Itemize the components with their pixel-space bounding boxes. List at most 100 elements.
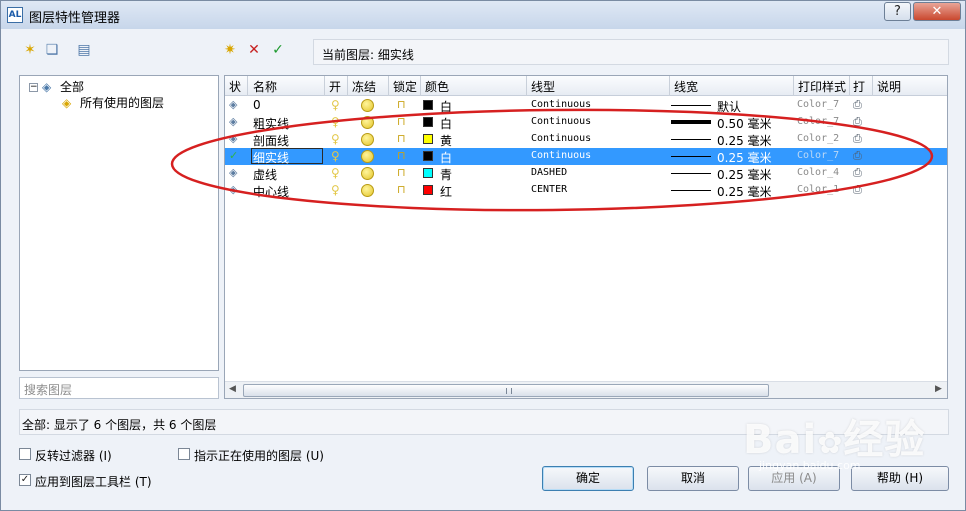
- lineweight[interactable]: 0.25 毫米: [717, 183, 772, 200]
- on-off-bulb-icon[interactable]: ♀: [331, 115, 340, 129]
- color-swatch[interactable]: [423, 100, 433, 110]
- plot-style[interactable]: Color_7: [797, 150, 839, 161]
- linetype[interactable]: Continuous: [531, 99, 591, 110]
- ok-button[interactable]: 确定: [542, 466, 634, 491]
- layer-status-icon[interactable]: ◈: [229, 115, 245, 128]
- lineweight[interactable]: 0.50 毫米: [717, 115, 772, 132]
- printer-icon[interactable]: ⎙: [853, 166, 862, 180]
- layer-name[interactable]: 虚线: [253, 166, 277, 183]
- freeze-sun-icon[interactable]: [361, 167, 374, 180]
- horizontal-scrollbar[interactable]: ◀ ▶: [225, 381, 947, 398]
- layer-status-icon[interactable]: ◈: [229, 166, 245, 179]
- table-row[interactable]: ◈ 虚线 ♀ ⊓ 青 DASHED 0.25 毫米 Color_4 ⎙: [225, 165, 947, 182]
- new-group-filter-icon[interactable]: ❏: [43, 41, 61, 59]
- layer-name[interactable]: 剖面线: [253, 132, 289, 149]
- plot-style[interactable]: Color_7: [797, 99, 839, 110]
- color-name[interactable]: 白: [440, 98, 452, 115]
- color-swatch[interactable]: [423, 151, 433, 161]
- scroll-right-icon[interactable]: ▶: [935, 384, 942, 394]
- tree-expander[interactable]: −: [29, 83, 38, 92]
- layer-name[interactable]: 粗实线: [253, 115, 289, 132]
- printer-icon[interactable]: ⎙: [853, 132, 862, 146]
- plot-style[interactable]: Color_4: [797, 167, 839, 178]
- layer-status-icon[interactable]: ◈: [229, 132, 245, 145]
- color-name[interactable]: 白: [440, 149, 452, 166]
- lineweight[interactable]: 0.25 毫米: [717, 149, 772, 166]
- printer-icon[interactable]: ⎙: [853, 149, 862, 163]
- linetype[interactable]: DASHED: [531, 167, 567, 178]
- new-layer-icon[interactable]: ✷: [221, 41, 239, 59]
- freeze-sun-icon[interactable]: [361, 99, 374, 112]
- col-status[interactable]: 状: [229, 78, 241, 95]
- printer-icon[interactable]: ⎙: [853, 98, 862, 112]
- printer-icon[interactable]: ⎙: [853, 115, 862, 129]
- col-plot[interactable]: 打: [853, 78, 865, 95]
- col-plot-style[interactable]: 打印样式: [798, 78, 846, 95]
- lineweight[interactable]: 0.25 毫米: [717, 132, 772, 149]
- scroll-thumb[interactable]: [243, 384, 769, 397]
- linetype[interactable]: Continuous: [531, 133, 591, 144]
- linetype[interactable]: Continuous: [531, 150, 591, 161]
- table-row[interactable]: ◈ 粗实线 ♀ ⊓ 白 Continuous 0.50 毫米 Color_7 ⎙: [225, 114, 947, 131]
- color-name[interactable]: 白: [440, 115, 452, 132]
- unlock-icon[interactable]: ⊓: [397, 149, 406, 162]
- help-button[interactable]: 帮助 (H): [851, 466, 949, 491]
- freeze-sun-icon[interactable]: [361, 133, 374, 146]
- color-name[interactable]: 红: [440, 183, 452, 200]
- color-swatch[interactable]: [423, 185, 433, 195]
- col-linetype[interactable]: 线型: [531, 78, 555, 95]
- unlock-icon[interactable]: ⊓: [397, 98, 406, 111]
- layer-status-icon[interactable]: ◈: [229, 98, 245, 111]
- layer-name[interactable]: 中心线: [253, 183, 289, 200]
- printer-icon[interactable]: ⎙: [853, 183, 862, 197]
- on-off-bulb-icon[interactable]: ♀: [331, 98, 340, 112]
- on-off-bulb-icon[interactable]: ♀: [331, 183, 340, 197]
- delete-layer-icon[interactable]: ✕: [245, 41, 263, 59]
- color-swatch[interactable]: [423, 134, 433, 144]
- col-name[interactable]: 名称: [253, 78, 277, 95]
- current-layer-check-icon[interactable]: ✓: [229, 149, 245, 162]
- unlock-icon[interactable]: ⊓: [397, 115, 406, 128]
- lineweight[interactable]: 0.25 毫米: [717, 166, 772, 183]
- invert-filter-checkbox[interactable]: [19, 448, 31, 460]
- table-row[interactable]: ✓ 细实线 ♀ ⊓ 白 Continuous 0.25 毫米 Color_7 ⎙: [225, 148, 947, 165]
- color-swatch[interactable]: [423, 117, 433, 127]
- plot-style[interactable]: Color_2: [797, 133, 839, 144]
- apply-toolbar-checkbox[interactable]: ✓: [19, 474, 31, 486]
- unlock-icon[interactable]: ⊓: [397, 132, 406, 145]
- layer-status-icon[interactable]: ◈: [229, 183, 245, 196]
- col-lineweight[interactable]: 线宽: [674, 78, 698, 95]
- layer-name[interactable]: 细实线: [251, 148, 323, 165]
- tree-item-all[interactable]: ◈ 全部: [42, 78, 84, 95]
- linetype[interactable]: Continuous: [531, 116, 591, 127]
- search-layers-input[interactable]: 搜索图层: [19, 377, 219, 399]
- col-freeze[interactable]: 冻结: [352, 78, 376, 95]
- col-on[interactable]: 开: [329, 78, 341, 95]
- freeze-sun-icon[interactable]: [361, 184, 374, 197]
- on-off-bulb-icon[interactable]: ♀: [331, 149, 340, 163]
- tree-item-used-layers[interactable]: ◈ 所有使用的图层: [62, 94, 164, 111]
- col-description[interactable]: 说明: [877, 78, 901, 95]
- unlock-icon[interactable]: ⊓: [397, 183, 406, 196]
- plot-style[interactable]: Color_1: [797, 184, 839, 195]
- freeze-sun-icon[interactable]: [361, 116, 374, 129]
- close-button[interactable]: ✕: [913, 2, 961, 21]
- color-swatch[interactable]: [423, 168, 433, 178]
- table-row[interactable]: ◈ 剖面线 ♀ ⊓ 黄 Continuous 0.25 毫米 Color_2 ⎙: [225, 131, 947, 148]
- cancel-button[interactable]: 取消: [647, 466, 739, 491]
- help-title-button[interactable]: ?: [884, 2, 911, 21]
- linetype[interactable]: CENTER: [531, 184, 567, 195]
- col-lock[interactable]: 锁定: [393, 78, 417, 95]
- table-row[interactable]: ◈ 中心线 ♀ ⊓ 红 CENTER 0.25 毫米 Color_1 ⎙: [225, 182, 947, 199]
- plot-style[interactable]: Color_7: [797, 116, 839, 127]
- freeze-sun-icon[interactable]: [361, 150, 374, 163]
- col-color[interactable]: 颜色: [425, 78, 449, 95]
- on-off-bulb-icon[interactable]: ♀: [331, 132, 340, 146]
- layer-states-manager-icon[interactable]: ▤: [75, 41, 93, 59]
- lineweight[interactable]: 默认: [717, 98, 741, 115]
- table-row[interactable]: ◈ 0 ♀ ⊓ 白 Continuous 默认 Color_7 ⎙: [225, 97, 947, 114]
- color-name[interactable]: 黄: [440, 132, 452, 149]
- layer-name[interactable]: 0: [253, 98, 261, 112]
- unlock-icon[interactable]: ⊓: [397, 166, 406, 179]
- new-property-filter-icon[interactable]: ✶: [21, 41, 39, 59]
